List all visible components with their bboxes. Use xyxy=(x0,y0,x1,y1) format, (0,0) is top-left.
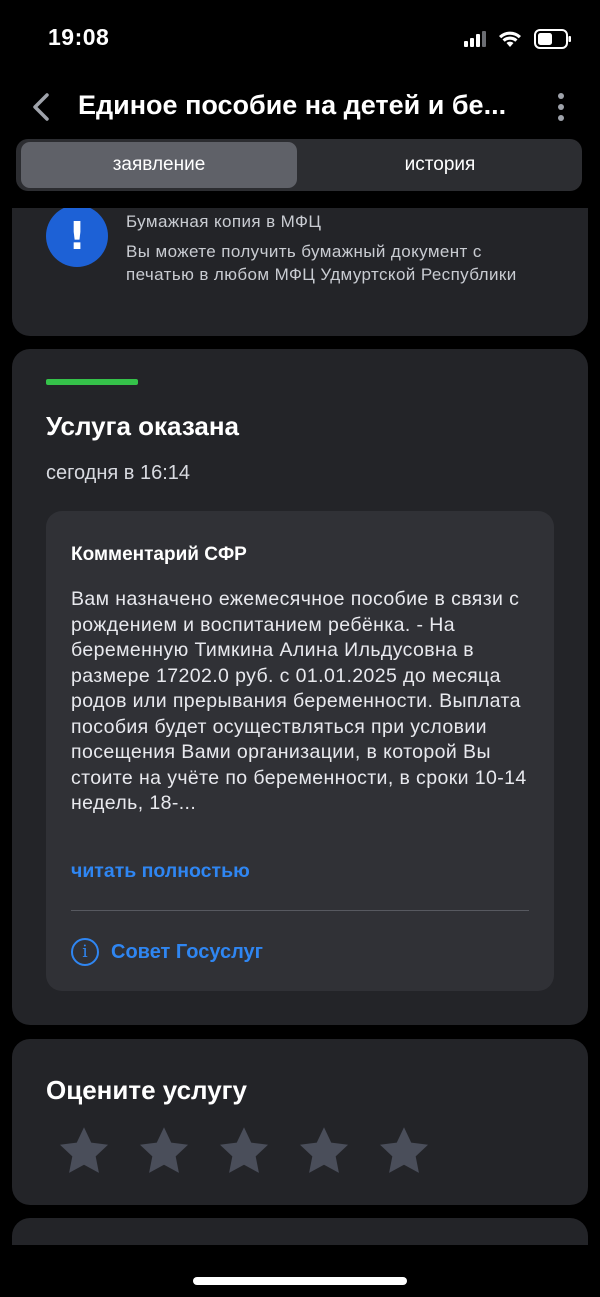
home-indicator[interactable] xyxy=(193,1277,407,1285)
paper-copy-title: Бумажная копия в МФЦ xyxy=(126,212,322,231)
status-time: 19:08 xyxy=(48,24,110,50)
comment-text: Вам назначено ежемесячное пособие в связ… xyxy=(71,588,527,814)
star-icon-2[interactable] xyxy=(136,1123,192,1179)
status-bar: 19:08 xyxy=(0,0,600,76)
exclamation-icon: ! xyxy=(46,208,108,267)
more-button[interactable] xyxy=(544,90,578,124)
gosuslugi-advice-link[interactable]: i Совет Госуслуг xyxy=(71,935,263,969)
read-more-link[interactable]: читать полностью xyxy=(71,860,250,883)
nav-bar: Единое пособие на детей и бе... xyxy=(0,76,600,138)
status-indicator-bar xyxy=(46,379,138,385)
status-card: Услуга оказана сегодня в 16:14 Комментар… xyxy=(12,349,588,1025)
back-button[interactable] xyxy=(24,88,58,126)
rating-title: Оцените услугу xyxy=(46,1075,247,1105)
star-icon-5[interactable] xyxy=(376,1123,432,1179)
comment-title: Комментарий СФР xyxy=(71,544,247,565)
tab-switcher: заявление история xyxy=(16,139,582,191)
wifi-icon xyxy=(499,31,521,47)
battery-icon xyxy=(534,29,571,49)
chevron-left-icon xyxy=(33,93,49,121)
tab-history[interactable]: история xyxy=(302,142,578,188)
more-vertical-icon xyxy=(558,93,564,99)
paper-copy-text: Вы можете получить бумажный документ с п… xyxy=(126,242,517,284)
advice-label: Совет Госуслуг xyxy=(111,940,263,963)
rating-card: Оцените услугу xyxy=(12,1039,588,1205)
status-icons xyxy=(464,28,572,50)
star-icon-4[interactable] xyxy=(296,1123,352,1179)
status-title: Услуга оказана xyxy=(46,411,240,441)
status-date: сегодня в 16:14 xyxy=(46,462,190,484)
rating-stars xyxy=(56,1123,432,1179)
cellular-signal-icon xyxy=(464,31,486,47)
info-icon: i xyxy=(71,938,99,966)
star-icon-3[interactable] xyxy=(216,1123,272,1179)
comment-box: Комментарий СФР Вам назначено ежемесячно… xyxy=(46,511,554,991)
scroll-content[interactable]: ! Бумажная копия в МФЦ Вы можете получит… xyxy=(0,208,600,1245)
star-icon-1[interactable] xyxy=(56,1123,112,1179)
page-title: Единое пособие на детей и бе... xyxy=(78,90,507,120)
tab-application[interactable]: заявление xyxy=(21,142,297,188)
divider xyxy=(71,910,529,911)
paper-copy-card: ! Бумажная копия в МФЦ Вы можете получит… xyxy=(12,208,588,336)
next-card xyxy=(12,1218,588,1245)
